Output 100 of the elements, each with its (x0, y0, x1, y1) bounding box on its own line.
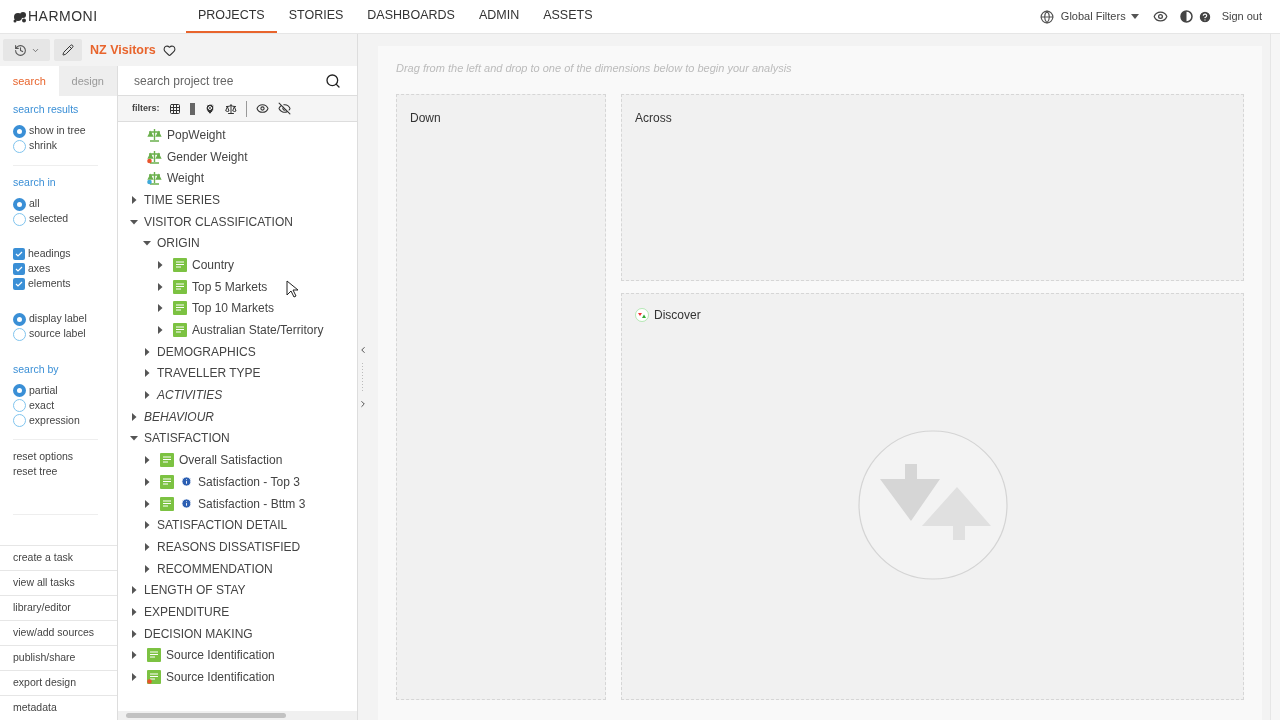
caret-down-icon[interactable] (130, 217, 138, 226)
vertical-scrollbar[interactable] (1270, 34, 1280, 720)
grip-icon[interactable] (361, 363, 364, 391)
tree-item[interactable]: Satisfaction - Top 3 (198, 472, 300, 491)
caret-right-icon[interactable] (156, 304, 164, 313)
tree-item[interactable]: Overall Satisfaction (179, 451, 283, 470)
section-heading: search by (13, 361, 60, 377)
tree-folder[interactable]: DECISION MAKING (144, 624, 253, 643)
action-link[interactable]: metadata (0, 695, 117, 720)
radio-button[interactable] (13, 124, 26, 138)
checkbox[interactable] (13, 263, 25, 275)
tree-folder[interactable]: ACTIVITIES (157, 386, 223, 405)
tree-folder[interactable]: SATISFACTION (144, 429, 230, 448)
grid-icon[interactable] (168, 102, 181, 115)
caret-right-icon[interactable] (130, 586, 138, 595)
tree-item[interactable]: Australian State/Territory (192, 321, 324, 340)
action-link[interactable]: publish/share (0, 645, 117, 670)
caret-right-icon[interactable] (130, 195, 138, 204)
tree-folder[interactable]: TRAVELLER TYPE (157, 364, 261, 383)
eye-off-icon[interactable] (277, 102, 291, 115)
tree-folder[interactable]: REASONS DISSATISFIED (157, 537, 301, 556)
help-icon[interactable] (1197, 9, 1212, 24)
global-filters-button[interactable]: Global Filters (1060, 8, 1126, 25)
tree-folder[interactable]: SATISFACTION DETAIL (157, 516, 288, 535)
nav-tab[interactable]: ASSETS (531, 0, 605, 33)
radio-button[interactable] (13, 399, 26, 413)
caret-right-icon[interactable] (130, 412, 138, 421)
tree-folder[interactable]: VISITOR CLASSIFICATION (144, 212, 293, 231)
action-link[interactable]: view/add sources (0, 620, 117, 645)
scale-icon[interactable] (224, 102, 237, 115)
caret-right-icon[interactable] (143, 477, 151, 486)
tree-item[interactable]: Top 5 Markets (192, 277, 268, 296)
tree-folder[interactable]: RECOMMENDATION (157, 559, 273, 578)
radio-button[interactable] (13, 212, 26, 226)
nav-tab[interactable]: STORIES (276, 0, 356, 33)
caret-right-icon[interactable] (143, 369, 151, 378)
caret-right-icon[interactable] (130, 673, 138, 682)
sign-out-link[interactable]: Sign out (1221, 8, 1262, 25)
tree-folder[interactable]: LENGTH OF STAY (144, 581, 246, 600)
reset-link[interactable]: reset tree (13, 464, 98, 480)
contrast-icon[interactable] (1179, 10, 1193, 23)
caret-down-icon[interactable] (130, 434, 138, 443)
drop-zone[interactable]: Across (621, 93, 1244, 281)
drop-zone[interactable]: Down (396, 93, 606, 700)
tree-item[interactable]: Weight (167, 169, 205, 188)
bar-icon[interactable] (189, 102, 195, 115)
caret-right-icon[interactable] (156, 326, 164, 335)
caret-right-icon[interactable] (143, 456, 151, 465)
action-link[interactable]: view all tasks (0, 570, 117, 595)
tree-item[interactable]: Source Identification (166, 668, 275, 687)
heart-icon[interactable] (162, 43, 176, 57)
caret-right-icon[interactable] (143, 347, 151, 356)
action-link[interactable]: export design (0, 670, 117, 695)
tree-folder[interactable]: DEMOGRAPHICS (157, 342, 256, 361)
tree-folder[interactable]: EXPENDITURE (144, 602, 230, 621)
action-link[interactable]: create a task (0, 545, 117, 570)
tree-item[interactable]: PopWeight (167, 125, 226, 144)
radio-button[interactable] (13, 384, 26, 398)
radio-button[interactable] (13, 327, 26, 341)
caret-right-icon[interactable] (143, 521, 151, 530)
search-icon[interactable] (325, 72, 341, 89)
caret-right-icon[interactable] (130, 607, 138, 616)
caret-down-icon[interactable] (143, 239, 151, 248)
history-button[interactable] (3, 39, 50, 61)
tree-item[interactable]: Top 10 Markets (192, 299, 275, 318)
nav-tab[interactable]: ADMIN (466, 0, 532, 33)
tree-item[interactable]: Gender Weight (167, 147, 248, 166)
caret-right-icon[interactable] (143, 564, 151, 573)
action-link[interactable]: library/editor (0, 595, 117, 620)
radio-button[interactable] (13, 139, 26, 153)
horizontal-scrollbar[interactable] (118, 711, 357, 720)
option-label: source label (29, 326, 86, 342)
edit-button[interactable] (54, 39, 82, 61)
list-icon (173, 301, 187, 316)
globe-icon[interactable] (1039, 9, 1054, 24)
caret-right-icon[interactable] (156, 260, 164, 269)
search-field[interactable]: search project tree (134, 71, 325, 90)
checkbox[interactable] (13, 278, 25, 290)
eye-icon[interactable] (255, 102, 269, 115)
pin-icon[interactable] (203, 102, 216, 115)
tree-folder[interactable]: BEHAVIOUR (144, 407, 215, 426)
radio-button[interactable] (13, 414, 26, 428)
tree-folder[interactable]: TIME SERIES (144, 190, 220, 209)
tree-item[interactable]: Satisfaction - Bttm 3 (198, 494, 306, 513)
caret-right-icon[interactable] (156, 282, 164, 291)
tree-folder[interactable]: ORIGIN (157, 234, 200, 253)
tree-item[interactable]: Country (192, 255, 235, 274)
checkbox[interactable] (13, 248, 25, 260)
caret-right-icon[interactable] (130, 629, 138, 638)
caret-right-icon[interactable] (143, 391, 151, 400)
tree-item[interactable]: Source Identification (166, 646, 275, 665)
caret-right-icon[interactable] (143, 542, 151, 551)
eye-icon[interactable] (1152, 9, 1168, 24)
radio-button[interactable] (13, 197, 26, 211)
radio-button[interactable] (13, 312, 26, 326)
nav-tab[interactable]: DASHBOARDS (355, 0, 467, 33)
caret-right-icon[interactable] (143, 499, 151, 508)
discover-icon (635, 307, 649, 322)
caret-right-icon[interactable] (130, 651, 138, 660)
reset-link[interactable]: reset options (13, 449, 98, 465)
